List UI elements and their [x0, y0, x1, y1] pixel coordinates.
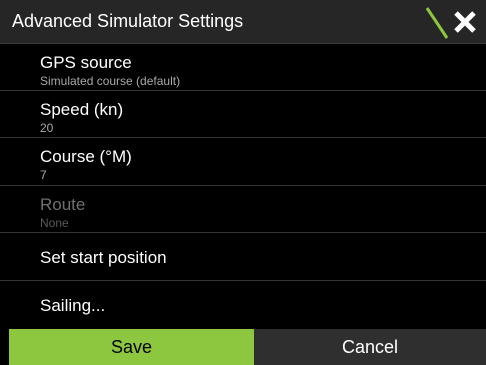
setting-label: Route — [40, 195, 86, 214]
save-button[interactable]: Save — [9, 329, 254, 365]
setting-label: GPS source — [40, 53, 132, 72]
setting-value: None — [40, 216, 69, 230]
setting-value: 7 — [40, 168, 47, 182]
cancel-button[interactable]: Cancel — [254, 329, 486, 365]
advanced-simulator-settings-dialog: Advanced Simulator Settings GPS source S… — [0, 0, 486, 365]
setting-sailing[interactable]: Sailing... — [0, 282, 486, 328]
setting-label: Course (°M) — [40, 147, 132, 166]
setting-label: Sailing... — [40, 296, 106, 315]
close-icon[interactable] — [450, 7, 480, 37]
setting-label: Speed (kn) — [40, 100, 124, 119]
setting-speed[interactable]: Speed (kn) 20 — [0, 92, 486, 138]
accent-slash-icon — [425, 7, 449, 39]
dialog-title: Advanced Simulator Settings — [12, 11, 244, 31]
dialog-footer: Save Cancel — [0, 329, 486, 365]
setting-label: Set start position — [40, 248, 167, 267]
setting-value: Simulated course (default) — [40, 74, 181, 88]
setting-course[interactable]: Course (°M) 7 — [0, 139, 486, 186]
dialog-titlebar: Advanced Simulator Settings — [0, 0, 486, 44]
setting-set-start-position[interactable]: Set start position — [0, 234, 486, 281]
setting-gps-source[interactable]: GPS source Simulated course (default) — [0, 45, 486, 91]
setting-value: 20 — [40, 121, 54, 135]
setting-route: Route None — [0, 187, 486, 233]
